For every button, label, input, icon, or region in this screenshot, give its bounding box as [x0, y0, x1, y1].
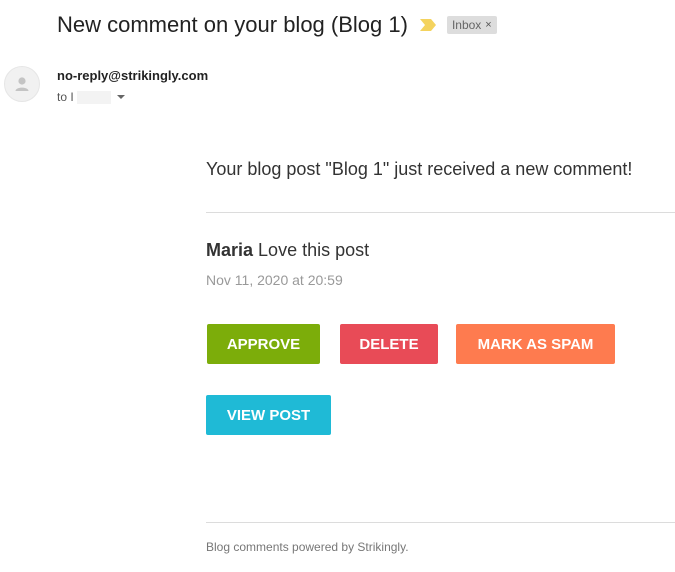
comment-timestamp: Nov 11, 2020 at 20:59	[206, 272, 343, 288]
comment-author: Maria	[206, 240, 254, 260]
divider-bottom	[206, 522, 675, 523]
chevron-down-icon[interactable]	[116, 95, 125, 99]
comment-text: Love this post	[258, 240, 370, 260]
view-post-button[interactable]: VIEW POST	[206, 395, 331, 435]
subject-row: New comment on your blog (Blog 1) Inbox …	[57, 10, 497, 40]
inbox-label-chip: Inbox ×	[446, 16, 497, 34]
footer-text: Blog comments powered by Strikingly.	[206, 540, 409, 554]
delete-button[interactable]: DELETE	[340, 324, 438, 364]
importance-marker-icon[interactable]	[419, 19, 436, 31]
recipient-row: to I	[57, 90, 125, 104]
notification-intro: Your blog post "Blog 1" just received a …	[206, 159, 633, 179]
person-icon	[15, 77, 29, 91]
recipient-prefix: to I	[57, 90, 74, 104]
approve-button[interactable]: APPROVE	[207, 324, 320, 364]
remove-label-icon[interactable]: ×	[485, 19, 491, 31]
comment-line: Maria Love this post	[206, 240, 369, 261]
mark-as-spam-button[interactable]: MARK AS SPAM	[456, 324, 615, 364]
inbox-label-text: Inbox	[451, 18, 482, 32]
email-subject: New comment on your blog (Blog 1)	[57, 12, 408, 37]
sender-avatar	[4, 66, 40, 102]
divider-top	[206, 212, 675, 213]
sender-email[interactable]: no-reply@strikingly.com	[57, 68, 208, 83]
redacted-recipient	[76, 90, 111, 104]
